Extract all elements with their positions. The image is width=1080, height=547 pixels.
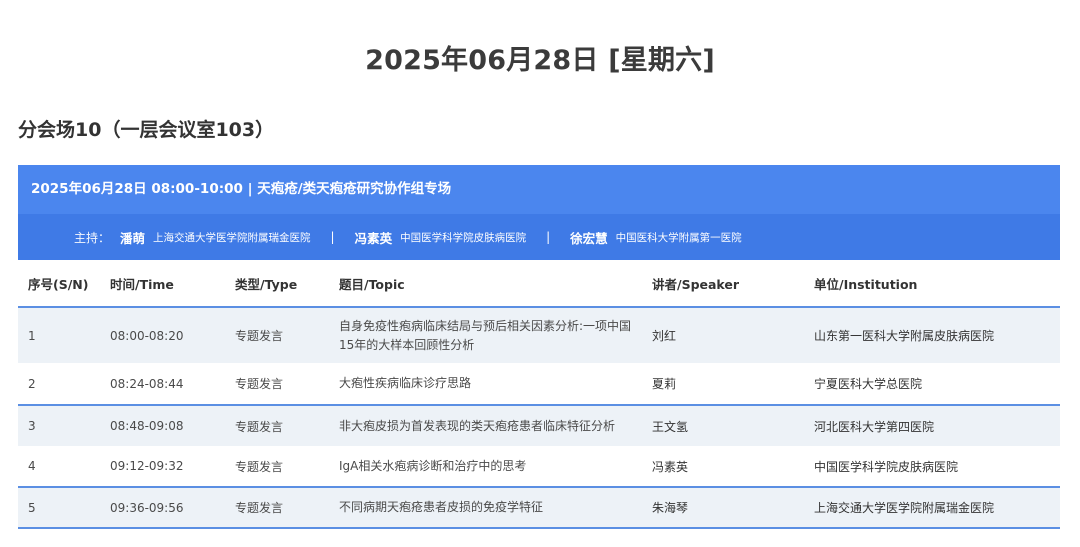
- host-institution: 上海交通大学医学院附属瑞金医院: [153, 231, 311, 244]
- table-header-row: 序号(S/N) 时间/Time 类型/Type 题目/Topic 讲者/Spea…: [18, 260, 1060, 307]
- table-row: 5 09:36-09:56 专题发言 不同病期天疱疮患者皮损的免疫学特征 朱海琴…: [18, 486, 1060, 529]
- cell-speaker: 刘红: [642, 306, 804, 363]
- host-separator: |: [330, 230, 335, 244]
- column-header-speaker: 讲者/Speaker: [652, 276, 740, 292]
- schedule-table: 序号(S/N) 时间/Time 类型/Type 题目/Topic 讲者/Spea…: [18, 260, 1060, 529]
- cell-topic: 大疱性疾病临床诊疗思路: [339, 376, 472, 390]
- cell-sn: 3: [18, 404, 100, 446]
- cell-institution: 中国医学科学院皮肤病医院: [814, 459, 959, 474]
- cell-sn: 2: [28, 376, 36, 391]
- session-header: 2025年06月28日 08:00-10:00 | 天疱疮/类天疱疮研究协作组专…: [18, 165, 1060, 214]
- cell-institution: 上海交通大学医学院附属瑞金医院: [804, 486, 1060, 529]
- cell-topic: 自身免疫性疱病临床结局与预后相关因素分析:一项中国15年的大样本回顾性分析: [329, 306, 642, 363]
- column-header-institution: 单位/Institution: [814, 276, 918, 292]
- table-row: 2 08:24-08:44 专题发言 大疱性疾病临床诊疗思路 夏莉 宁夏医科大学…: [18, 363, 1060, 405]
- table-row: 3 08:48-09:08 专题发言 非大疱皮损为首发表现的类天疱疮患者临床特征…: [18, 404, 1060, 446]
- cell-topic: 非大疱皮损为首发表现的类天疱疮患者临床特征分析: [329, 404, 642, 446]
- cell-time: 08:00-08:20: [100, 306, 225, 363]
- cell-speaker: 夏莉: [652, 377, 677, 391]
- cell-time: 08:24-08:44: [110, 376, 184, 391]
- host-item: 潘萌 上海交通大学医学院附属瑞金医院: [120, 228, 311, 247]
- column-header-type: 类型/Type: [235, 276, 298, 292]
- session-block: 2025年06月28日 08:00-10:00 | 天疱疮/类天疱疮研究协作组专…: [18, 165, 1060, 529]
- cell-time: 08:48-09:08: [100, 404, 225, 446]
- cell-topic: 不同病期天疱疮患者皮损的免疫学特征: [329, 486, 642, 529]
- cell-sn: 4: [28, 459, 36, 473]
- venue-title: 分会场10（一层会议室103）: [18, 119, 275, 141]
- cell-type: 专题发言: [235, 377, 284, 391]
- cell-type: 专题发言: [225, 306, 329, 363]
- host-separator: |: [546, 230, 551, 244]
- cell-speaker: 朱海琴: [642, 486, 804, 529]
- host-item: 冯素英 中国医学科学院皮肤病医院: [355, 228, 527, 247]
- cell-type: 专题发言: [225, 486, 329, 529]
- cell-sn: 5: [18, 486, 100, 529]
- cell-institution: 河北医科大学第四医院: [804, 404, 1060, 446]
- column-header-time: 时间/Time: [110, 276, 174, 292]
- host-name: 潘萌: [120, 230, 146, 246]
- host-institution: 中国医科大学附属第一医院: [615, 231, 742, 244]
- hosts-bar: 主持： 潘萌 上海交通大学医学院附属瑞金医院 | 冯素英 中国医学科学院皮肤病医…: [18, 214, 1060, 260]
- host-item: 徐宏慧 中国医科大学附属第一医院: [570, 228, 742, 247]
- host-name: 徐宏慧: [570, 230, 608, 246]
- cell-time: 09:12-09:32: [110, 459, 184, 473]
- column-header-sn: 序号(S/N): [28, 276, 89, 292]
- host-institution: 中国医学科学院皮肤病医院: [400, 231, 527, 244]
- cell-topic: IgA相关水疱病诊断和治疗中的思考: [339, 458, 527, 473]
- cell-speaker: 王文氢: [642, 404, 804, 446]
- column-header-topic: 题目/Topic: [339, 276, 405, 292]
- host-label: 主持：: [74, 230, 111, 245]
- cell-speaker: 冯素英: [652, 459, 689, 474]
- cell-sn: 1: [18, 306, 100, 363]
- cell-institution: 山东第一医科大学附属皮肤病医院: [804, 306, 1060, 363]
- cell-time: 09:36-09:56: [100, 486, 225, 529]
- cell-type: 专题发言: [235, 459, 284, 474]
- table-row: 1 08:00-08:20 专题发言 自身免疫性疱病临床结局与预后相关因素分析:…: [18, 306, 1060, 363]
- host-name: 冯素英: [354, 230, 393, 246]
- cell-institution: 宁夏医科大学总医院: [814, 377, 923, 391]
- cell-type: 专题发言: [225, 404, 329, 446]
- table-row: 4 09:12-09:32 专题发言 IgA相关水疱病诊断和治疗中的思考 冯素英…: [18, 446, 1060, 487]
- page-date-title: 2025年06月28日 [星期六]: [365, 45, 715, 76]
